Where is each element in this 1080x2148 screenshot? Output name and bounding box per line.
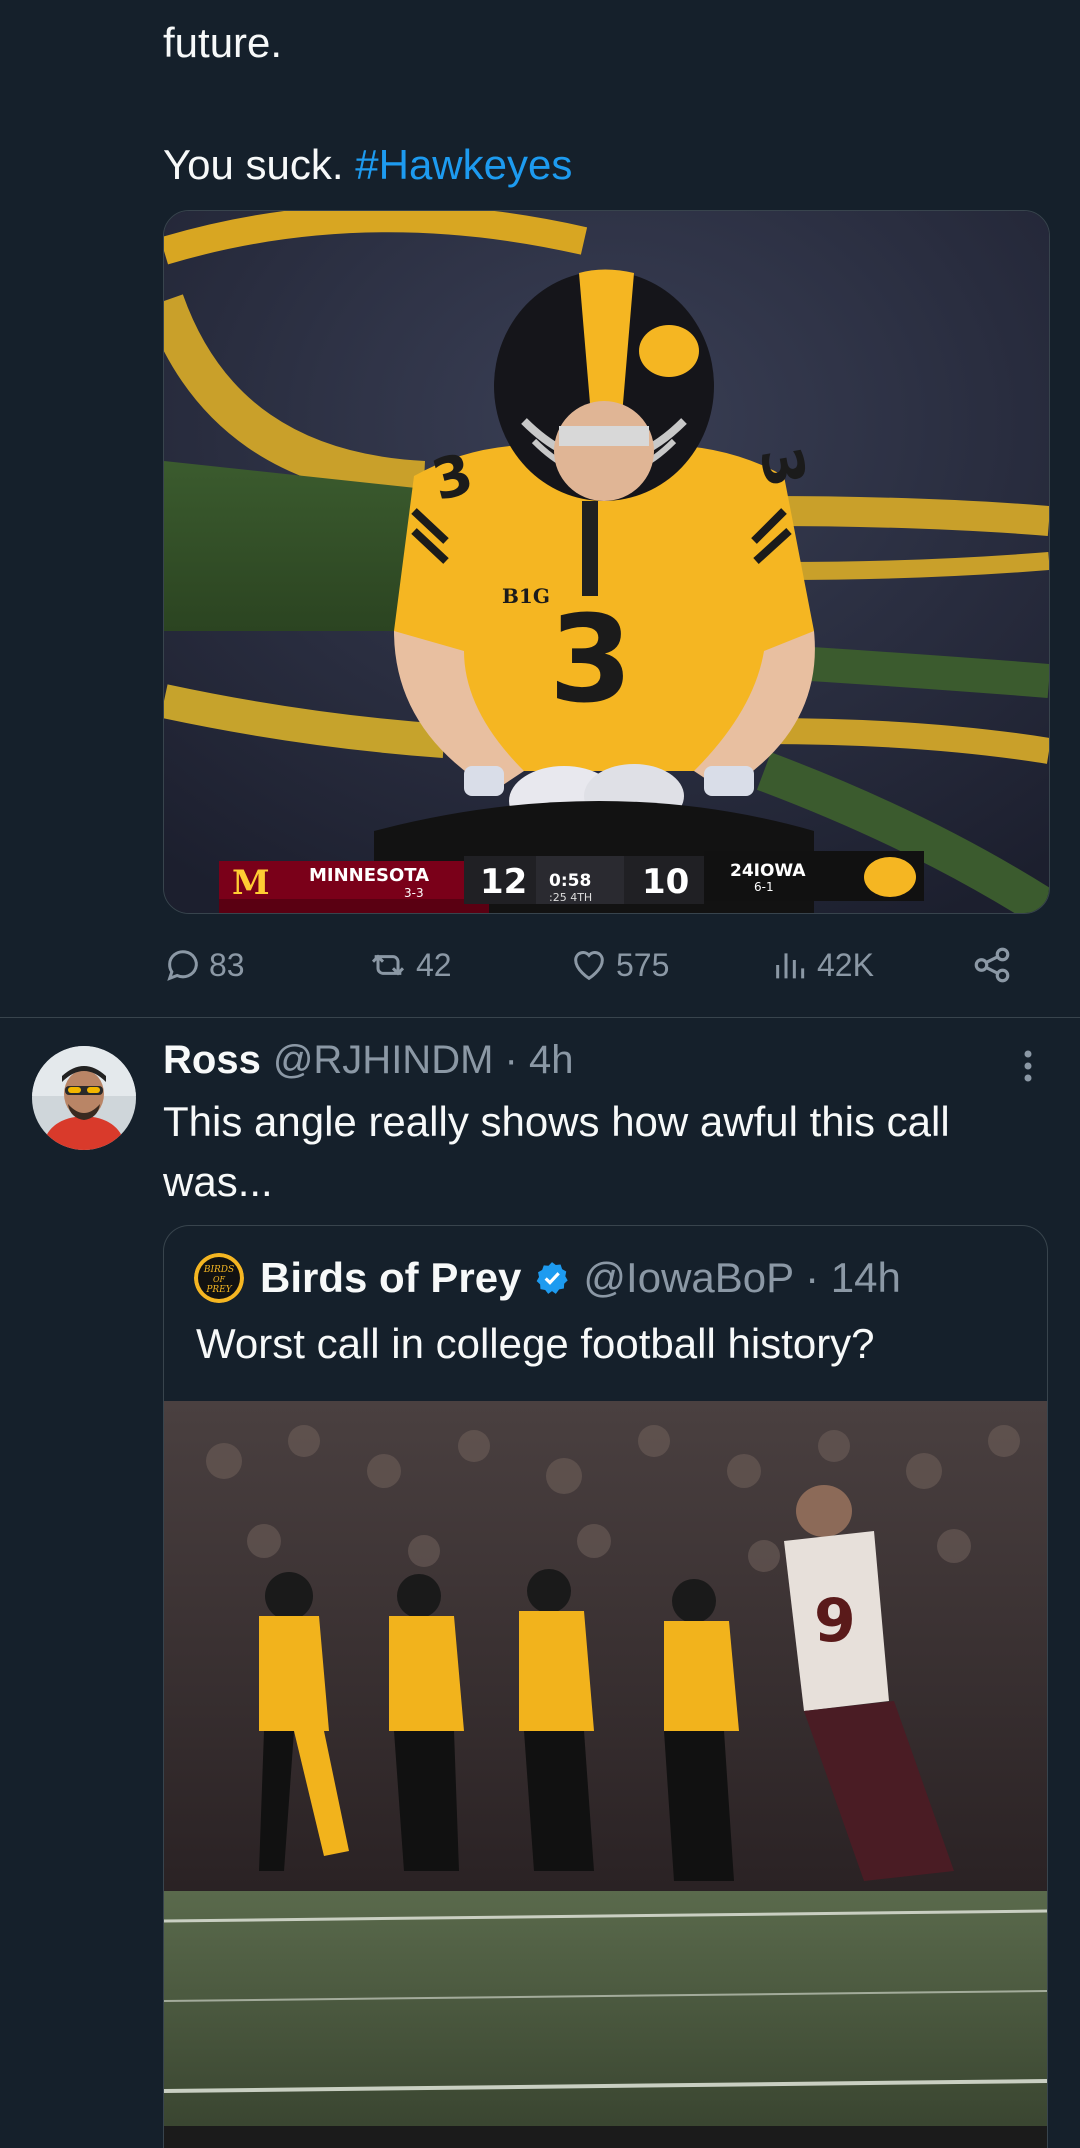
quoted-timestamp: 14h — [830, 1254, 901, 1301]
svg-text:0:58: 0:58 — [549, 871, 591, 891]
author-meta: @RJHINDM · 4h — [273, 1038, 574, 1083]
svg-text:PREY: PREY — [205, 1285, 232, 1295]
quoted-header: Birds of Prey @IowaBoP · 14h — [260, 1248, 901, 1308]
reply-icon — [167, 950, 198, 981]
tweet-text: future. — [163, 19, 283, 66]
share-icon — [974, 947, 1010, 983]
svg-text:3-3: 3-3 — [404, 886, 424, 900]
svg-text:3: 3 — [549, 591, 633, 730]
football-play-video-frame: 9 — [164, 1401, 1047, 2148]
svg-text:9: 9 — [814, 1586, 856, 1656]
reply-button[interactable]: 83 — [163, 935, 245, 995]
like-icon — [574, 951, 604, 981]
like-button[interactable]: 575 — [568, 935, 669, 995]
profile-photo — [32, 1046, 136, 1150]
quoted-text: Worst call in college football history? — [196, 1320, 875, 1367]
views-count: 42K — [817, 946, 874, 983]
views-icon — [776, 953, 805, 979]
svg-text:M: M — [232, 863, 270, 903]
retweet-count: 42 — [416, 946, 452, 983]
separator: · — [805, 1254, 820, 1301]
author-name[interactable]: Ross — [163, 1038, 261, 1083]
svg-text:OF: OF — [213, 1275, 226, 1284]
svg-text:12: 12 — [480, 862, 527, 902]
verified-badge-icon — [533, 1259, 571, 1297]
quoted-handle: @IowaBoP — [583, 1254, 794, 1301]
tweet-actions-bar: 83 42 575 42K — [163, 935, 1023, 995]
quoted-avatar: BIRDS OF PREY — [194, 1253, 244, 1303]
birds-of-prey-logo: BIRDS OF PREY — [194, 1253, 244, 1303]
share-button[interactable] — [971, 935, 1019, 995]
svg-text:24IOWA: 24IOWA — [730, 861, 806, 881]
tweet-text-line: You suck. #Hawkeyes — [163, 140, 572, 190]
svg-text:10: 10 — [642, 862, 689, 902]
views-button[interactable]: 42K — [771, 935, 874, 995]
svg-text::25 4TH: :25 4TH — [549, 891, 592, 904]
quoted-video[interactable]: 9 — [164, 1401, 1047, 2148]
retweet-icon — [371, 954, 405, 976]
tweet-text: This angle really shows how awful this c… — [163, 1098, 950, 1205]
retweet-button[interactable]: 42 — [366, 935, 452, 995]
more-icon — [1024, 1050, 1032, 1082]
svg-text:BIRDS: BIRDS — [203, 1265, 234, 1275]
tweet-text: You suck. — [163, 141, 344, 188]
svg-text:B1G: B1G — [502, 584, 550, 608]
football-player-photo: 3 3 3 B1G M MINNESOTA 3-3 12 0:58:25 4T… — [164, 211, 1049, 913]
tweet-divider — [0, 1017, 1080, 1018]
tweet-media-image[interactable]: 3 3 3 B1G M MINNESOTA 3-3 12 0:58:25 4T… — [163, 210, 1050, 914]
svg-text:MINNESOTA: MINNESOTA — [309, 865, 429, 886]
quoted-author-name: Birds of Prey — [260, 1254, 522, 1301]
like-count: 575 — [616, 946, 670, 983]
author-handle[interactable]: @RJHINDM — [273, 1038, 494, 1082]
reply-count: 83 — [209, 946, 245, 983]
tweet-header: Ross @RJHINDM · 4h — [163, 1034, 573, 1086]
svg-text:6-1: 6-1 — [754, 880, 774, 894]
avatar[interactable] — [32, 1046, 136, 1150]
more-options-button[interactable] — [1010, 1046, 1046, 1086]
tweet-timestamp[interactable]: 4h — [529, 1038, 574, 1082]
separator: · — [504, 1037, 518, 1082]
tweet-text-line: future. — [163, 18, 282, 68]
hashtag-link[interactable]: #Hawkeyes — [355, 141, 572, 188]
quoted-tweet[interactable]: BIRDS OF PREY Birds of Prey @IowaBoP · 1… — [163, 1225, 1048, 2148]
quoted-meta: @IowaBoP · 14h — [583, 1254, 900, 1302]
